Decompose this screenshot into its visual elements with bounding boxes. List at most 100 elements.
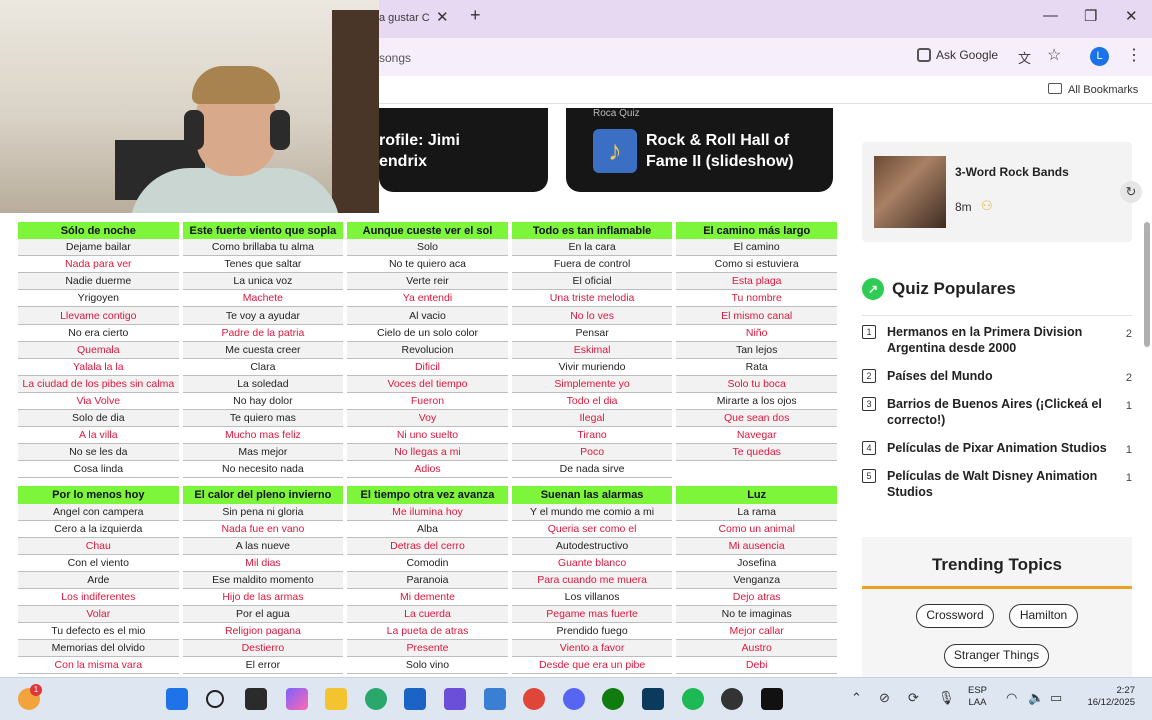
clock-date: 16/12/2025 bbox=[1087, 697, 1135, 708]
featured-quiz-title[interactable]: 3-Word Rock Bands bbox=[955, 165, 1069, 179]
chrome-icon[interactable] bbox=[523, 688, 545, 710]
app-icon[interactable] bbox=[444, 688, 466, 710]
edge-icon[interactable] bbox=[365, 688, 387, 710]
page-scrollbar[interactable] bbox=[1144, 222, 1150, 347]
vscode-icon[interactable] bbox=[484, 688, 506, 710]
table-gap bbox=[347, 478, 508, 487]
discord-icon[interactable] bbox=[563, 688, 585, 710]
song-cell: Mil dias bbox=[182, 554, 344, 572]
popular-quiz-title[interactable]: Películas de Walt Disney Animation Studi… bbox=[887, 468, 1115, 500]
translate-icon[interactable]: 文 bbox=[1018, 48, 1031, 67]
trending-up-icon: ↗ bbox=[862, 278, 884, 300]
song-cell: Queria ser como el bbox=[511, 520, 673, 538]
song-cell: La ciudad de los pibes sin calma bbox=[18, 375, 179, 393]
volume-icon[interactable]: 🔈 bbox=[1028, 690, 1044, 706]
song-cell: Josefina bbox=[676, 554, 837, 572]
song-cell: Paranoia bbox=[347, 571, 508, 589]
song-cell: Tu defecto es el mio bbox=[18, 623, 179, 641]
song-cell: Alba bbox=[347, 520, 508, 538]
album-header: Suenan las alarmas bbox=[511, 486, 673, 504]
song-cell: Revolucion bbox=[347, 341, 508, 359]
album-header: Este fuerte viento que sopla bbox=[182, 222, 344, 240]
table-row: Cero a la izquierda Nada fue en vano Alba Q… bbox=[18, 520, 837, 538]
song-cell: Voces del tiempo bbox=[347, 375, 508, 393]
ask-google-button[interactable]: Ask Google bbox=[917, 48, 998, 62]
song-cell: Con el viento bbox=[18, 554, 179, 572]
webcam-overlay bbox=[0, 0, 379, 213]
all-bookmarks-button[interactable]: All Bookmarks bbox=[1048, 83, 1138, 96]
topic-chip-crossword[interactable]: Crossword bbox=[916, 604, 994, 628]
topic-chip-hamilton[interactable]: Hamilton bbox=[1009, 604, 1078, 628]
lens-icon bbox=[917, 48, 931, 62]
disney-plus-icon[interactable] bbox=[642, 688, 664, 710]
spotify-icon[interactable] bbox=[682, 688, 704, 710]
browser-menu-icon[interactable]: ⋮ bbox=[1126, 45, 1142, 65]
windows-start-icon[interactable] bbox=[166, 688, 188, 710]
song-cell: Nadie duerme bbox=[18, 273, 179, 291]
popular-quiz-title[interactable]: Hermanos en la Primera Division Argentin… bbox=[887, 324, 1115, 356]
microphone-icon[interactable]: 🎙 bbox=[938, 690, 955, 706]
song-cell: La pueta de atras bbox=[347, 623, 508, 641]
table-row: Quemala Me cuesta creer Revolucion Eskimal T… bbox=[18, 341, 837, 359]
song-cell: Los villanos bbox=[511, 588, 673, 607]
rank-number: 3 bbox=[862, 397, 876, 411]
network-off-icon[interactable]: ⊘ bbox=[879, 690, 890, 706]
rank-number: 5 bbox=[862, 469, 876, 483]
popular-quiz-count: 1 bbox=[1125, 444, 1132, 456]
input-language[interactable]: ESP LAA bbox=[968, 685, 987, 709]
browser-tab-title[interactable]: a gustar C bbox=[379, 12, 430, 24]
refresh-icon[interactable]: ↻ bbox=[1120, 181, 1142, 203]
song-cell: Poco bbox=[511, 444, 673, 462]
search-icon[interactable] bbox=[206, 690, 224, 708]
table-row: Volar Por el agua La cuerda Pegame mas fuer… bbox=[18, 606, 837, 624]
song-cell: Viento a favor bbox=[511, 640, 673, 658]
popular-quiz-count: 2 bbox=[1125, 328, 1132, 340]
xbox-icon[interactable] bbox=[602, 688, 624, 710]
quiz-card-jimi-hendrix[interactable]: rofile: Jimi endrix bbox=[379, 108, 548, 192]
store-icon[interactable] bbox=[404, 688, 426, 710]
new-tab-icon[interactable]: + bbox=[470, 5, 481, 26]
song-cell: Debi bbox=[676, 657, 837, 675]
featured-quiz-thumbnail[interactable] bbox=[874, 156, 946, 228]
media-app-icon[interactable] bbox=[721, 688, 743, 710]
song-cell: Para cuando me muera bbox=[511, 571, 673, 589]
copilot-icon[interactable] bbox=[286, 688, 308, 710]
table-row: Tu defecto es el mio Religion pagana La pu… bbox=[18, 623, 837, 641]
window-close-icon[interactable]: ✕ bbox=[1125, 7, 1138, 25]
restore-icon[interactable]: ❐ bbox=[1084, 7, 1097, 25]
song-cell: Que sean dos bbox=[676, 410, 837, 428]
popular-quiz-title[interactable]: Barrios de Buenos Aires (¡Clickeá el cor… bbox=[887, 396, 1115, 428]
epic-games-icon[interactable] bbox=[761, 688, 783, 710]
profile-avatar[interactable]: L bbox=[1090, 47, 1109, 66]
file-explorer-icon[interactable] bbox=[325, 688, 347, 710]
wifi-icon[interactable]: ◠ bbox=[1006, 690, 1017, 706]
tab-close-icon[interactable]: ✕ bbox=[436, 8, 449, 26]
task-view-icon[interactable] bbox=[245, 688, 267, 710]
song-cell: Mas mejor bbox=[182, 444, 344, 462]
table-gap bbox=[676, 478, 837, 487]
table-gap bbox=[18, 478, 179, 487]
popular-quiz-title[interactable]: Países del Mundo bbox=[887, 368, 1115, 384]
bookmark-star-icon[interactable]: ☆ bbox=[1047, 45, 1061, 65]
minimize-icon[interactable]: — bbox=[1043, 7, 1058, 24]
song-cell: Adios bbox=[347, 461, 508, 479]
sync-icon[interactable]: ⟳ bbox=[908, 690, 919, 706]
song-cell: Autodestructivo bbox=[511, 537, 673, 555]
table-gap bbox=[182, 478, 344, 487]
popular-quiz-count: 1 bbox=[1125, 472, 1132, 484]
song-cell: Mi demente bbox=[347, 588, 508, 607]
topic-chip-stranger-things[interactable]: Stranger Things bbox=[944, 644, 1049, 668]
song-cell: Niño bbox=[676, 324, 837, 342]
song-cell: No hay dolor bbox=[182, 392, 344, 411]
quiz-card-rock-hall-of-fame[interactable]: Roca Quiz ♪ Rock & Roll Hall of Fame II … bbox=[566, 108, 833, 192]
song-cell: Destierro bbox=[182, 640, 344, 658]
chevron-up-icon[interactable]: ⌃ bbox=[851, 690, 862, 706]
battery-icon[interactable]: ▭ bbox=[1050, 690, 1062, 706]
system-clock[interactable]: 2:27 16/12/2025 bbox=[1079, 685, 1135, 709]
song-cell: Dificil bbox=[347, 358, 508, 376]
song-cell: Te voy a ayudar bbox=[182, 307, 344, 325]
table-row: La ciudad de los pibes sin calma La soled… bbox=[18, 375, 837, 393]
url-field[interactable]: songs bbox=[379, 46, 912, 70]
popular-quiz-title[interactable]: Películas de Pixar Animation Studios bbox=[887, 440, 1115, 456]
album-header: El camino más largo bbox=[676, 222, 837, 240]
